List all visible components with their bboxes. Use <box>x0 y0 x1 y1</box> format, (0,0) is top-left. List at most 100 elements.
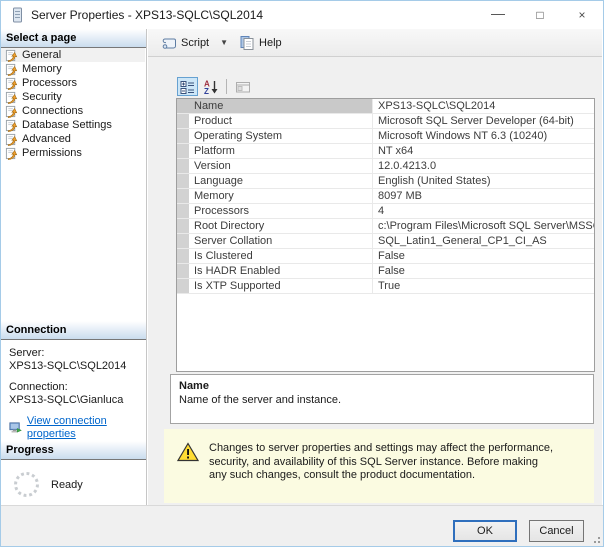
property-value[interactable]: 4 <box>373 204 594 218</box>
sidebar-item-label: General <box>22 49 62 61</box>
sidebar-item-advanced[interactable]: Advanced <box>1 132 145 146</box>
main-panel: Script ▼ Help Name XPS13-SQLC\SQL2014 Pr… <box>148 29 602 506</box>
help-button[interactable]: Help <box>235 32 286 54</box>
property-value[interactable]: 8097 MB <box>373 189 594 203</box>
warning-box: Changes to server properties and setting… <box>164 429 594 503</box>
property-name[interactable]: Product <box>177 114 373 128</box>
property-name[interactable]: Processors <box>177 204 373 218</box>
page-icon <box>5 133 18 146</box>
page-icon <box>5 49 18 62</box>
window-title: Server Properties - XPS13-SQLC\SQL2014 <box>31 8 264 22</box>
sidebar-item-label: Connections <box>22 105 84 117</box>
property-name[interactable]: Name <box>177 99 373 113</box>
warning-icon <box>177 442 199 462</box>
property-value[interactable]: NT x64 <box>373 144 594 158</box>
sidebar-item-memory[interactable]: Memory <box>1 62 145 76</box>
connection-section: Connection Server: XPS13-SQLC\SQL2014 Co… <box>1 321 146 440</box>
property-row-platform[interactable]: Platform NT x64 <box>177 144 594 159</box>
property-value[interactable]: True <box>373 279 594 293</box>
script-button-label: Script <box>181 36 210 49</box>
close-button[interactable]: × <box>561 1 603 29</box>
property-value[interactable]: English (United States) <box>373 174 594 188</box>
property-row-server-collation[interactable]: Server Collation SQL_Latin1_General_CP1_… <box>177 234 594 249</box>
property-row-operating-system[interactable]: Operating System Microsoft Windows NT 6.… <box>177 129 594 144</box>
page-icon <box>5 77 18 90</box>
progress-section: Progress Ready <box>1 441 146 497</box>
sidebar-item-label: Processors <box>22 77 78 89</box>
property-row-product[interactable]: Product Microsoft SQL Server Developer (… <box>177 114 594 129</box>
connection-value: XPS13-SQLC\Gianluca <box>9 393 124 406</box>
sidebar-item-connections[interactable]: Connections <box>1 104 145 118</box>
sidebar-item-label: Permissions <box>22 147 82 159</box>
alphabetical-sort-button[interactable] <box>200 77 221 96</box>
minimize-button[interactable]: — <box>477 1 519 29</box>
property-value[interactable]: c:\Program Files\Microsoft SQL Server\MS… <box>373 219 594 233</box>
resize-grip[interactable] <box>592 535 600 543</box>
description-text: Name of the server and instance. <box>179 394 342 406</box>
button-bar: OK Cancel <box>1 505 603 546</box>
page-tree: General Memory Processors Security Conne… <box>1 48 145 160</box>
property-name[interactable]: Is XTP Supported <box>177 279 373 293</box>
view-connection-properties-link[interactable]: View connection properties <box>27 415 140 440</box>
script-button[interactable]: Script <box>157 33 213 53</box>
window-controls: — □ × <box>477 1 603 29</box>
maximize-button[interactable]: □ <box>519 1 561 29</box>
server-label: Server: <box>9 347 45 359</box>
sidebar: Select a page General Memory Processors … <box>1 29 147 506</box>
toolbar-separator <box>226 79 227 94</box>
help-icon <box>239 35 255 51</box>
property-description-box: Name Name of the server and instance. <box>170 374 594 424</box>
connection-label: Connection: <box>9 381 68 393</box>
select-a-page-header: Select a page <box>1 29 146 48</box>
property-value[interactable]: XPS13-SQLC\SQL2014 <box>373 99 594 113</box>
property-name[interactable]: Is HADR Enabled <box>177 264 373 278</box>
general-page-content: Name XPS13-SQLC\SQL2014 Product Microsof… <box>148 57 602 506</box>
property-name[interactable]: Server Collation <box>177 234 373 248</box>
description-title: Name <box>179 380 209 392</box>
progress-spinner-icon <box>14 472 39 497</box>
property-name[interactable]: Operating System <box>177 129 373 143</box>
page-icon <box>5 91 18 104</box>
main-toolbar: Script ▼ Help <box>148 29 602 57</box>
property-name[interactable]: Root Directory <box>177 219 373 233</box>
property-row-is-hadr-enabled[interactable]: Is HADR Enabled False <box>177 264 594 279</box>
ok-button[interactable]: OK <box>453 520 517 542</box>
property-row-is-clustered[interactable]: Is Clustered False <box>177 249 594 264</box>
property-name[interactable]: Platform <box>177 144 373 158</box>
property-row-processors[interactable]: Processors 4 <box>177 204 594 219</box>
property-pages-button <box>232 77 253 96</box>
sidebar-item-permissions[interactable]: Permissions <box>1 146 145 160</box>
property-row-is-xtp-supported[interactable]: Is XTP Supported True <box>177 279 594 294</box>
property-pages-icon <box>235 79 251 95</box>
script-dropdown-arrow[interactable]: ▼ <box>215 35 233 50</box>
cancel-button[interactable]: Cancel <box>529 520 584 542</box>
property-name[interactable]: Memory <box>177 189 373 203</box>
property-name[interactable]: Version <box>177 159 373 173</box>
property-value[interactable]: SQL_Latin1_General_CP1_CI_AS <box>373 234 594 248</box>
categorized-icon <box>180 79 196 95</box>
page-icon <box>5 119 18 132</box>
sidebar-item-general[interactable]: General <box>1 48 145 62</box>
property-value[interactable]: False <box>373 264 594 278</box>
sidebar-item-label: Database Settings <box>22 119 112 131</box>
property-row-root-directory[interactable]: Root Directory c:\Program Files\Microsof… <box>177 219 594 234</box>
property-row-memory[interactable]: Memory 8097 MB <box>177 189 594 204</box>
sort-az-icon <box>203 79 219 95</box>
sidebar-item-security[interactable]: Security <box>1 90 145 104</box>
property-value[interactable]: 12.0.4213.0 <box>373 159 594 173</box>
property-row-version[interactable]: Version 12.0.4213.0 <box>177 159 594 174</box>
property-row-language[interactable]: Language English (United States) <box>177 174 594 189</box>
sidebar-item-database-settings[interactable]: Database Settings <box>1 118 145 132</box>
sidebar-item-processors[interactable]: Processors <box>1 76 145 90</box>
property-value[interactable]: Microsoft Windows NT 6.3 (10240) <box>373 129 594 143</box>
property-name[interactable]: Is Clustered <box>177 249 373 263</box>
property-row-name[interactable]: Name XPS13-SQLC\SQL2014 <box>177 99 594 114</box>
property-value[interactable]: Microsoft SQL Server Developer (64-bit) <box>373 114 594 128</box>
property-value[interactable]: False <box>373 249 594 263</box>
connection-properties-icon <box>9 421 22 435</box>
sidebar-item-label: Advanced <box>22 133 71 145</box>
property-name[interactable]: Language <box>177 174 373 188</box>
help-button-label: Help <box>259 36 282 49</box>
categorized-button[interactable] <box>177 77 198 96</box>
server-value: XPS13-SQLC\SQL2014 <box>9 359 127 372</box>
